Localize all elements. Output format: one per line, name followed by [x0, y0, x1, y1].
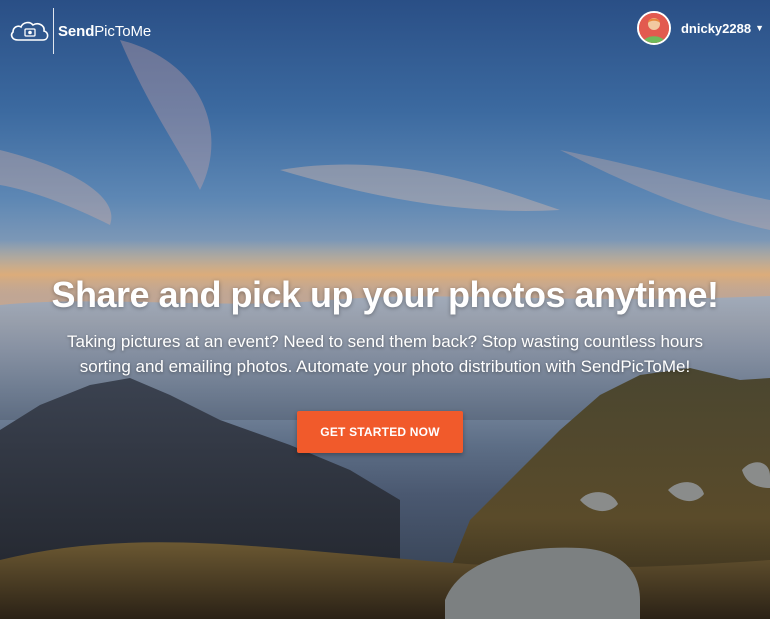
get-started-button[interactable]: GET STARTED NOW	[297, 411, 463, 453]
caret-down-icon[interactable]: ▼	[755, 23, 764, 33]
avatar-person-icon	[638, 13, 669, 43]
brand-name-rest: PicToMe	[94, 22, 152, 40]
hero-headline: Share and pick up your photos anytime!	[51, 274, 719, 315]
brand-name-bold: Send	[58, 22, 95, 40]
hero-subtext: Taking pictures at an event? Need to sen…	[67, 332, 703, 376]
top-navigation-bar: SendPicToMe dnicky2288 ▼	[0, 0, 770, 58]
cloud-photo-icon	[10, 21, 49, 41]
user-menu[interactable]: dnicky2288 ▼	[636, 10, 764, 46]
brand-name: SendPicToMe	[58, 23, 151, 40]
user-avatar[interactable]	[636, 11, 671, 45]
logo-divider	[53, 8, 54, 54]
username[interactable]: dnicky2288	[681, 21, 751, 36]
brand-logo[interactable]: SendPicToMe	[8, 8, 151, 54]
